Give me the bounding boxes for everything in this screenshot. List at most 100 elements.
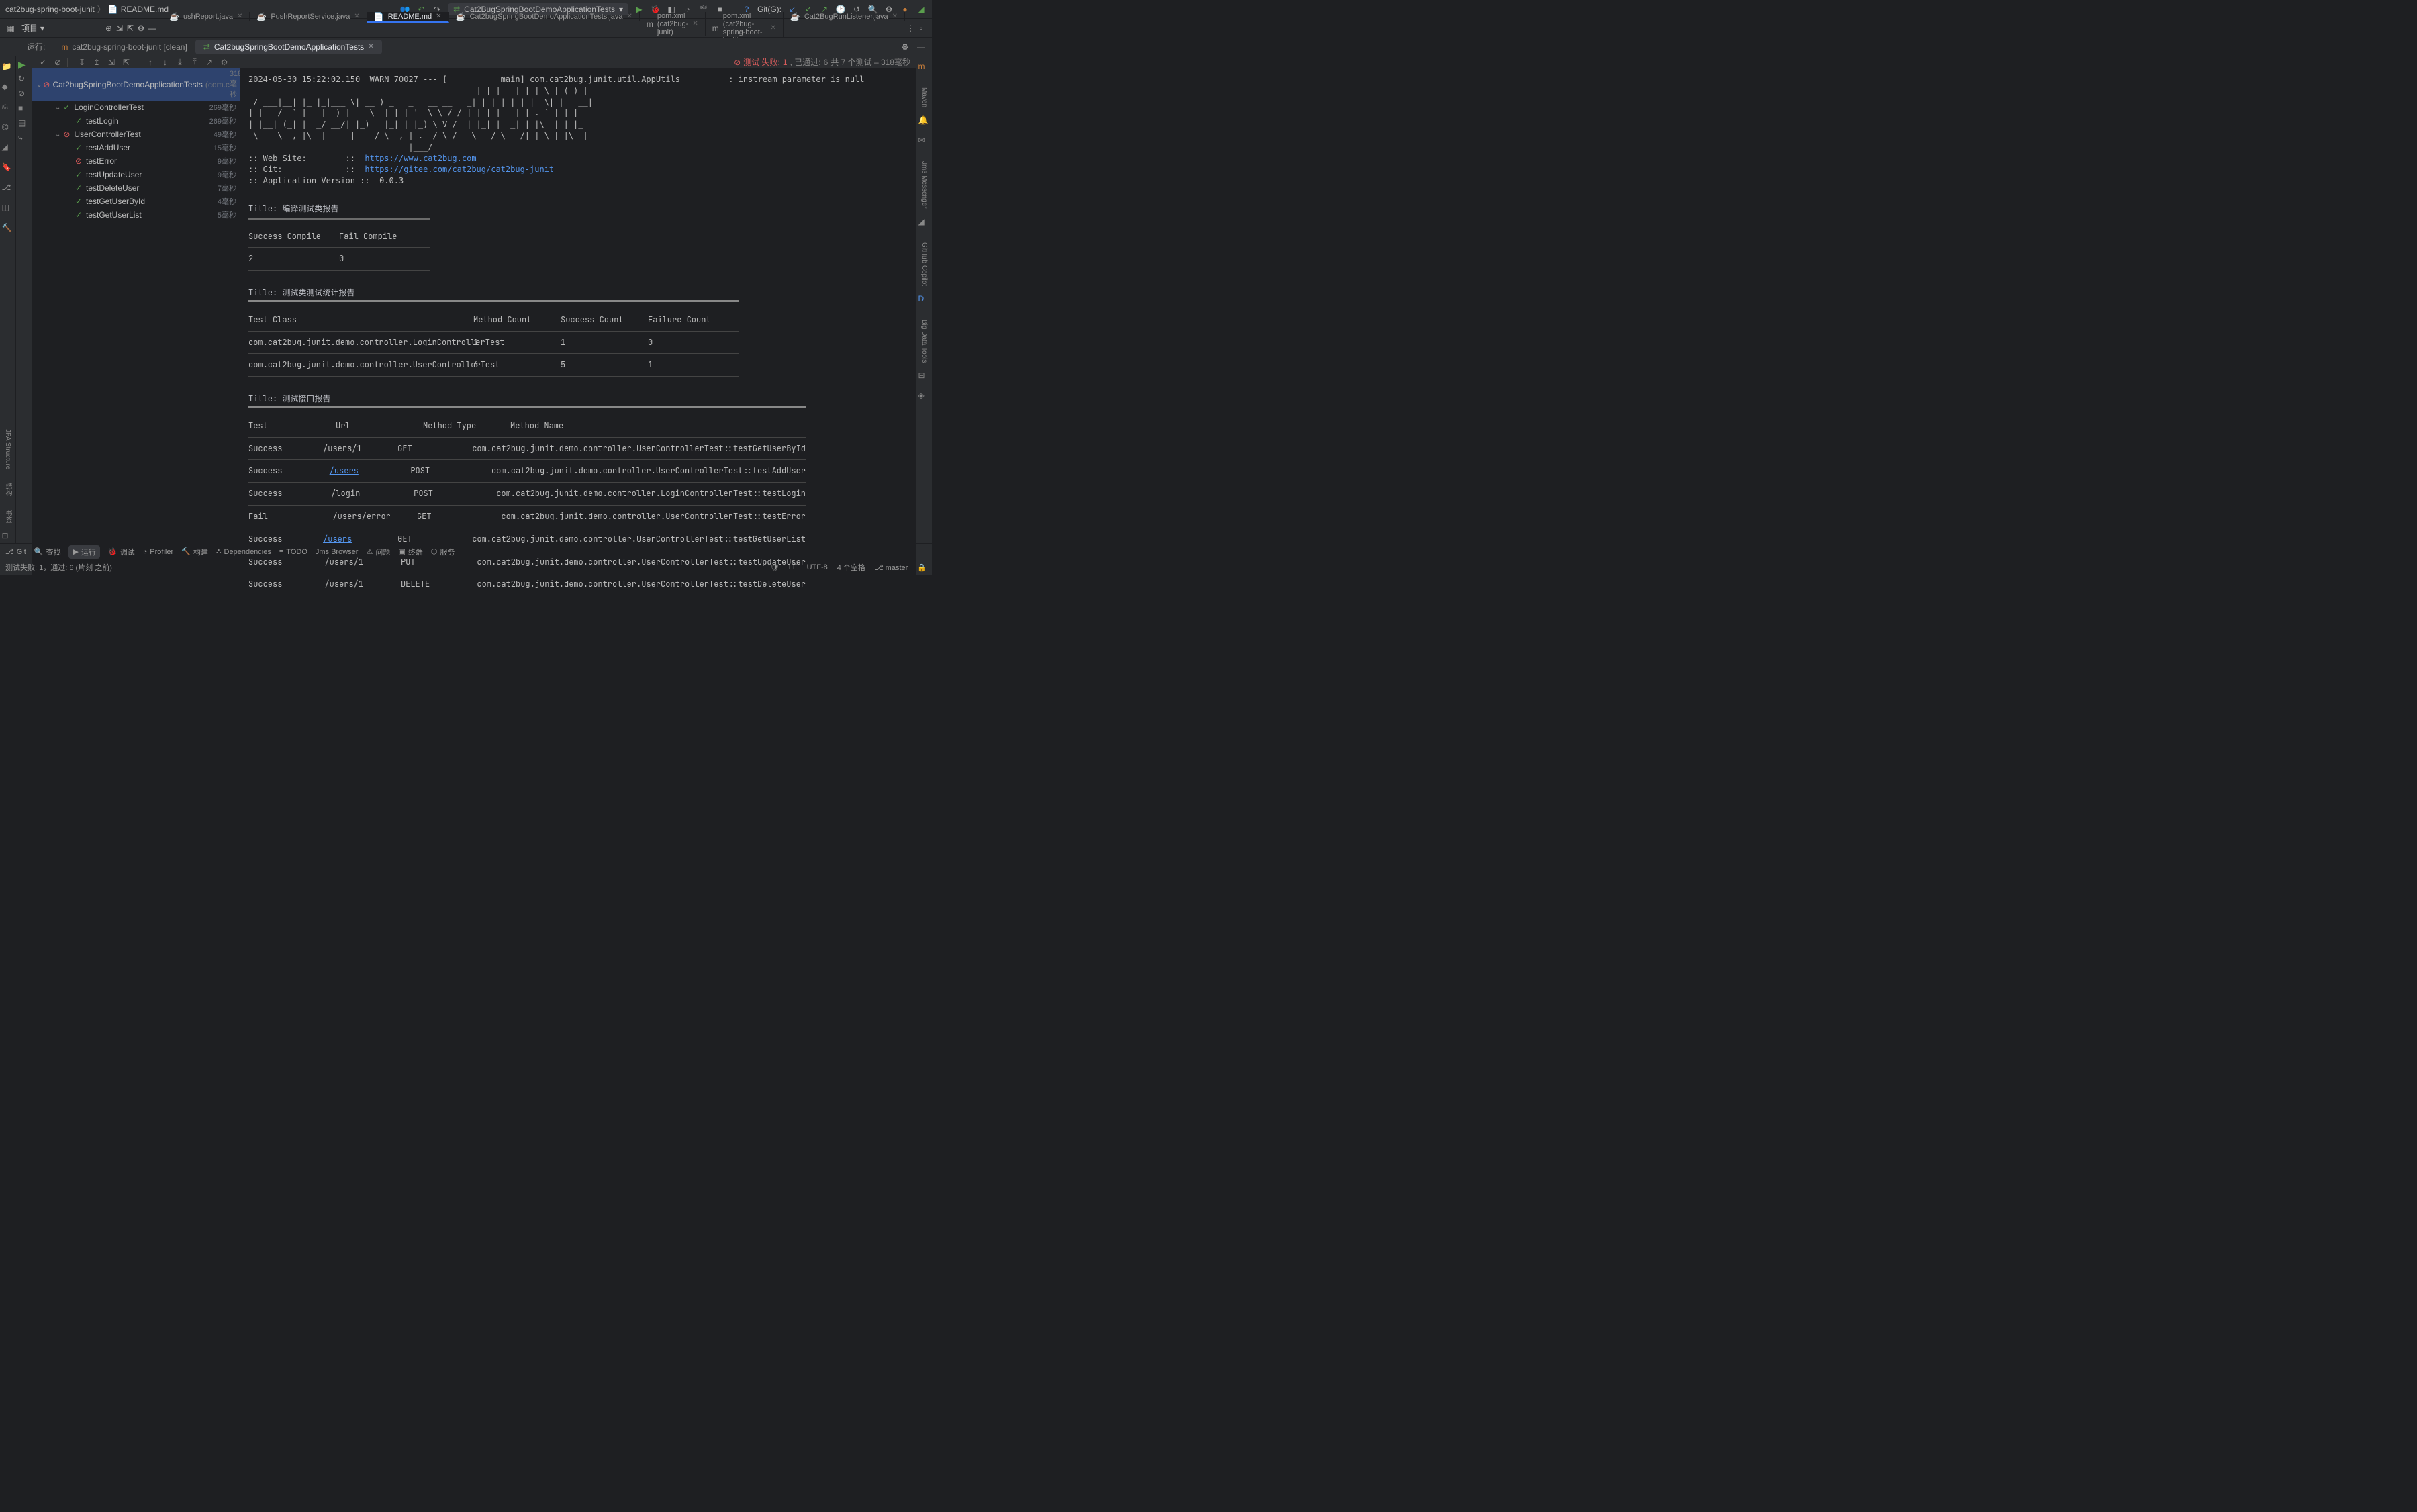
services-tool[interactable]: ⬡ 服务 bbox=[431, 547, 455, 557]
website-link[interactable]: https://www.cat2bug.com bbox=[365, 154, 476, 163]
shield-icon[interactable]: 🛡 bbox=[770, 563, 779, 572]
terminal-tool[interactable]: ▣ 终端 bbox=[398, 547, 422, 557]
copilot-icon[interactable]: ◢ bbox=[916, 4, 927, 15]
expand-all-icon[interactable]: ⇲ bbox=[106, 57, 117, 68]
export-icon[interactable]: ⤓ bbox=[175, 57, 185, 68]
commit-tool-icon[interactable]: ◆ bbox=[2, 82, 14, 94]
project-button[interactable]: 项目 ▾ bbox=[16, 20, 50, 36]
layout-icon[interactable]: ▤ bbox=[18, 118, 30, 130]
more-icon[interactable]: ⚙ bbox=[219, 57, 230, 68]
stop-icon[interactable]: ■ bbox=[18, 103, 30, 115]
editor-tab[interactable]: ☕Cat2BugRunListener.java✕ bbox=[784, 12, 905, 21]
bdt-label[interactable]: Big Data Tools bbox=[920, 320, 928, 363]
check-icon[interactable]: ✓ bbox=[38, 57, 48, 68]
encoding[interactable]: UTF-8 bbox=[807, 563, 828, 571]
bdt-icon[interactable]: D bbox=[918, 294, 931, 306]
build-tool[interactable]: 🔨 构建 bbox=[181, 547, 208, 557]
url-link[interactable]: /users bbox=[330, 465, 359, 476]
chevron-down-icon[interactable]: ⌄ bbox=[36, 81, 42, 89]
tree-item[interactable]: ✓testUpdateUser9毫秒 bbox=[32, 168, 240, 181]
bookmarks-tool-icon[interactable]: 🔖 bbox=[2, 162, 14, 175]
import-icon[interactable]: ⤒ bbox=[189, 57, 200, 68]
tree-item[interactable]: ✓testAddUser15毫秒 bbox=[32, 141, 240, 154]
editor-tab[interactable]: ☕ushReport.java✕ bbox=[162, 12, 250, 21]
jms-icon[interactable]: ✉ bbox=[918, 136, 931, 148]
run-tab-clean[interactable]: m cat2bug-spring-boot-junit [clean] bbox=[53, 40, 195, 54]
filter-pass-icon[interactable]: ⊘ bbox=[52, 57, 63, 68]
pull-tool-icon[interactable]: ⎌ bbox=[2, 102, 14, 114]
jms-label[interactable]: Jms Messenger bbox=[920, 161, 928, 209]
target-icon[interactable]: ⊕ bbox=[103, 23, 114, 34]
more-icon[interactable]: ⋮ bbox=[905, 23, 916, 34]
notifications-icon[interactable]: 🔔 bbox=[918, 115, 931, 128]
maven-label[interactable]: Maven bbox=[920, 87, 928, 107]
chevron-down-icon[interactable]: ⌄ bbox=[55, 131, 60, 138]
tree-item[interactable]: ⌄✓LoginControllerTest269毫秒 bbox=[32, 101, 240, 114]
close-icon[interactable]: ✕ bbox=[237, 13, 242, 20]
close-icon[interactable]: ✕ bbox=[627, 13, 632, 20]
problems-tool[interactable]: ⚠ 问题 bbox=[366, 547, 390, 557]
db-tool-icon[interactable]: ◫ bbox=[2, 203, 14, 215]
copilot-right-icon[interactable]: ◢ bbox=[918, 217, 931, 229]
editor-tab[interactable]: ☕Cat2bugSpringBootDemoApplicationTests.j… bbox=[449, 12, 640, 21]
run-tab-tests[interactable]: ⇄ Cat2bugSpringBootDemoApplicationTests … bbox=[195, 40, 382, 54]
collapse-icon[interactable]: ⇱ bbox=[125, 23, 136, 34]
gear-icon[interactable]: ⚙ bbox=[136, 23, 146, 34]
line-ending[interactable]: LF bbox=[789, 563, 798, 571]
chevron-down-icon[interactable]: ⌄ bbox=[55, 104, 60, 111]
todo-tool[interactable]: ≡ TODO bbox=[279, 548, 307, 556]
close-icon[interactable]: ✕ bbox=[368, 43, 373, 50]
branch[interactable]: ⎇ master bbox=[875, 563, 908, 572]
project-tool-icon[interactable]: 📁 bbox=[2, 62, 14, 74]
prev-icon[interactable]: ↑ bbox=[145, 57, 156, 68]
tree-item[interactable]: ✓testGetUserList5毫秒 bbox=[32, 208, 240, 222]
breadcrumb-project[interactable]: cat2bug-spring-boot-junit bbox=[5, 5, 95, 14]
indent[interactable]: 4 个空格 bbox=[837, 562, 865, 573]
editor-tab[interactable]: mpom.xml (cat2bug-junit)✕ bbox=[640, 12, 706, 36]
breadcrumb-file[interactable]: README.md bbox=[121, 5, 169, 14]
console-output[interactable]: 2024-05-30 15:22:02.150 WARN 70027 --- [… bbox=[240, 68, 916, 602]
rerun-icon[interactable]: ▶ bbox=[18, 59, 30, 71]
next-icon[interactable]: ↓ bbox=[160, 57, 171, 68]
panel-icon[interactable]: ▫ bbox=[916, 23, 927, 34]
branch-tool-icon[interactable]: ⎇ bbox=[2, 183, 14, 195]
close-icon[interactable]: ✕ bbox=[354, 13, 359, 20]
profiler-tool[interactable]: ◔ Profiler bbox=[143, 548, 174, 556]
expand-icon[interactable]: ⇲ bbox=[114, 23, 125, 34]
tree-item[interactable]: ✓testLogin269毫秒 bbox=[32, 114, 240, 128]
structure-tool-icon[interactable]: ⌬ bbox=[2, 122, 14, 134]
jpa-structure-label[interactable]: JPA Structure bbox=[4, 429, 11, 469]
exit-icon[interactable]: ⤷ bbox=[18, 133, 30, 145]
jms-tool[interactable]: Jms Browser bbox=[316, 548, 359, 556]
toggle-icon[interactable]: ⊘ bbox=[18, 89, 30, 101]
close-icon[interactable]: ✕ bbox=[436, 13, 441, 20]
copilot-label[interactable]: GitHub Copilot bbox=[920, 242, 928, 286]
sort-desc-icon[interactable]: ↥ bbox=[91, 57, 102, 68]
bookmarks-label[interactable]: 书签 bbox=[3, 510, 13, 523]
editor-tab[interactable]: 📄README.md✕ bbox=[367, 12, 449, 23]
rerun-failed-icon[interactable]: ↻ bbox=[18, 74, 30, 86]
structure-label[interactable]: 结构 bbox=[3, 483, 13, 496]
tree-item[interactable]: ✓testDeleteUser7毫秒 bbox=[32, 181, 240, 195]
hide-icon[interactable]: — bbox=[146, 23, 157, 34]
endpoint-icon[interactable]: ⊟ bbox=[918, 371, 931, 383]
debug-tool[interactable]: 🐞 调试 bbox=[108, 547, 135, 557]
close-icon[interactable]: ✕ bbox=[692, 20, 698, 28]
deps-tool[interactable]: ⛬ Dependencies bbox=[216, 547, 271, 556]
maven-icon[interactable]: m bbox=[918, 62, 931, 74]
test-tree[interactable]: ⌄ ⊘ Cat2bugSpringBootDemoApplicationTest… bbox=[32, 68, 240, 602]
find-tool[interactable]: 🔍 查找 bbox=[34, 547, 61, 557]
git-link[interactable]: https://gitee.com/cat2bug/cat2bug-junit bbox=[365, 164, 554, 174]
close-icon[interactable]: ✕ bbox=[892, 13, 898, 20]
build-tool-icon[interactable]: 🔨 bbox=[2, 223, 14, 235]
editor-tab[interactable]: ☕PushReportService.java✕ bbox=[250, 12, 367, 21]
project-icon[interactable]: ▦ bbox=[5, 23, 16, 34]
open-icon[interactable]: ↗ bbox=[204, 57, 215, 68]
tree-item[interactable]: ⌄⊘UserControllerTest49毫秒 bbox=[32, 128, 240, 141]
collapse-all-icon[interactable]: ⇱ bbox=[121, 57, 132, 68]
diagram-icon[interactable]: ◈ bbox=[918, 391, 931, 403]
url-link[interactable]: /users bbox=[323, 534, 352, 545]
settings-icon[interactable]: ⚙ bbox=[900, 42, 910, 52]
copilot-tool-icon[interactable]: ◢ bbox=[2, 142, 14, 154]
minimize-icon[interactable]: — bbox=[916, 42, 927, 52]
